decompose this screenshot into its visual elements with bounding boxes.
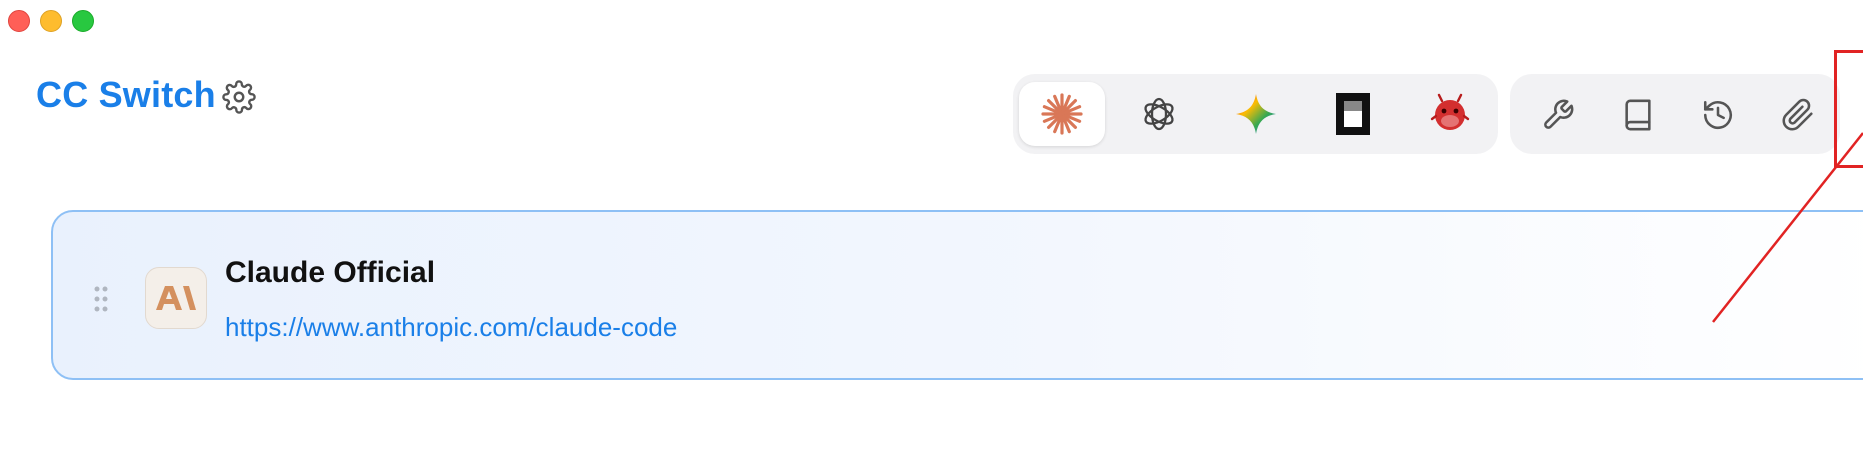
window-controls [8,10,94,32]
provider-url-link[interactable]: https://www.anthropic.com/claude-code [225,312,677,343]
tab-claude[interactable] [1019,82,1105,146]
tab-other[interactable] [1407,82,1493,146]
docs-button[interactable] [1617,94,1659,136]
minimize-window-button[interactable] [40,10,62,32]
anthropic-logo-icon [156,286,196,310]
history-icon [1703,100,1733,130]
tools-button[interactable] [1537,94,1579,136]
zoom-window-button[interactable] [72,10,94,32]
provider-logo [145,267,207,329]
settings-button[interactable] [222,80,256,114]
tab-opencode[interactable] [1310,82,1396,146]
grip-icon [94,286,108,312]
tab-codex[interactable] [1116,82,1202,146]
paperclip-icon [1782,98,1813,131]
attachments-button[interactable] [1777,94,1819,136]
red-mascot-icon [1430,93,1470,130]
history-button[interactable] [1697,94,1739,136]
app-switcher [1013,74,1498,154]
app-title: CC Switch [36,74,216,115]
wrench-icon [1544,99,1574,129]
tab-gemini[interactable] [1213,82,1299,146]
close-window-button[interactable] [8,10,30,32]
book-icon [1625,99,1651,131]
openai-icon [1144,97,1174,131]
gear-icon [222,80,256,114]
toolbar [1510,74,1840,154]
claude-starburst-icon [1041,93,1083,135]
provider-card[interactable]: Claude Official https://www.anthropic.co… [51,210,1863,380]
provider-name: Claude Official [225,256,436,289]
drag-handle[interactable] [93,285,109,318]
annotation-highlight-box [1834,50,1863,168]
gemini-sparkle-icon [1236,94,1276,134]
opencode-icon [1336,93,1370,135]
